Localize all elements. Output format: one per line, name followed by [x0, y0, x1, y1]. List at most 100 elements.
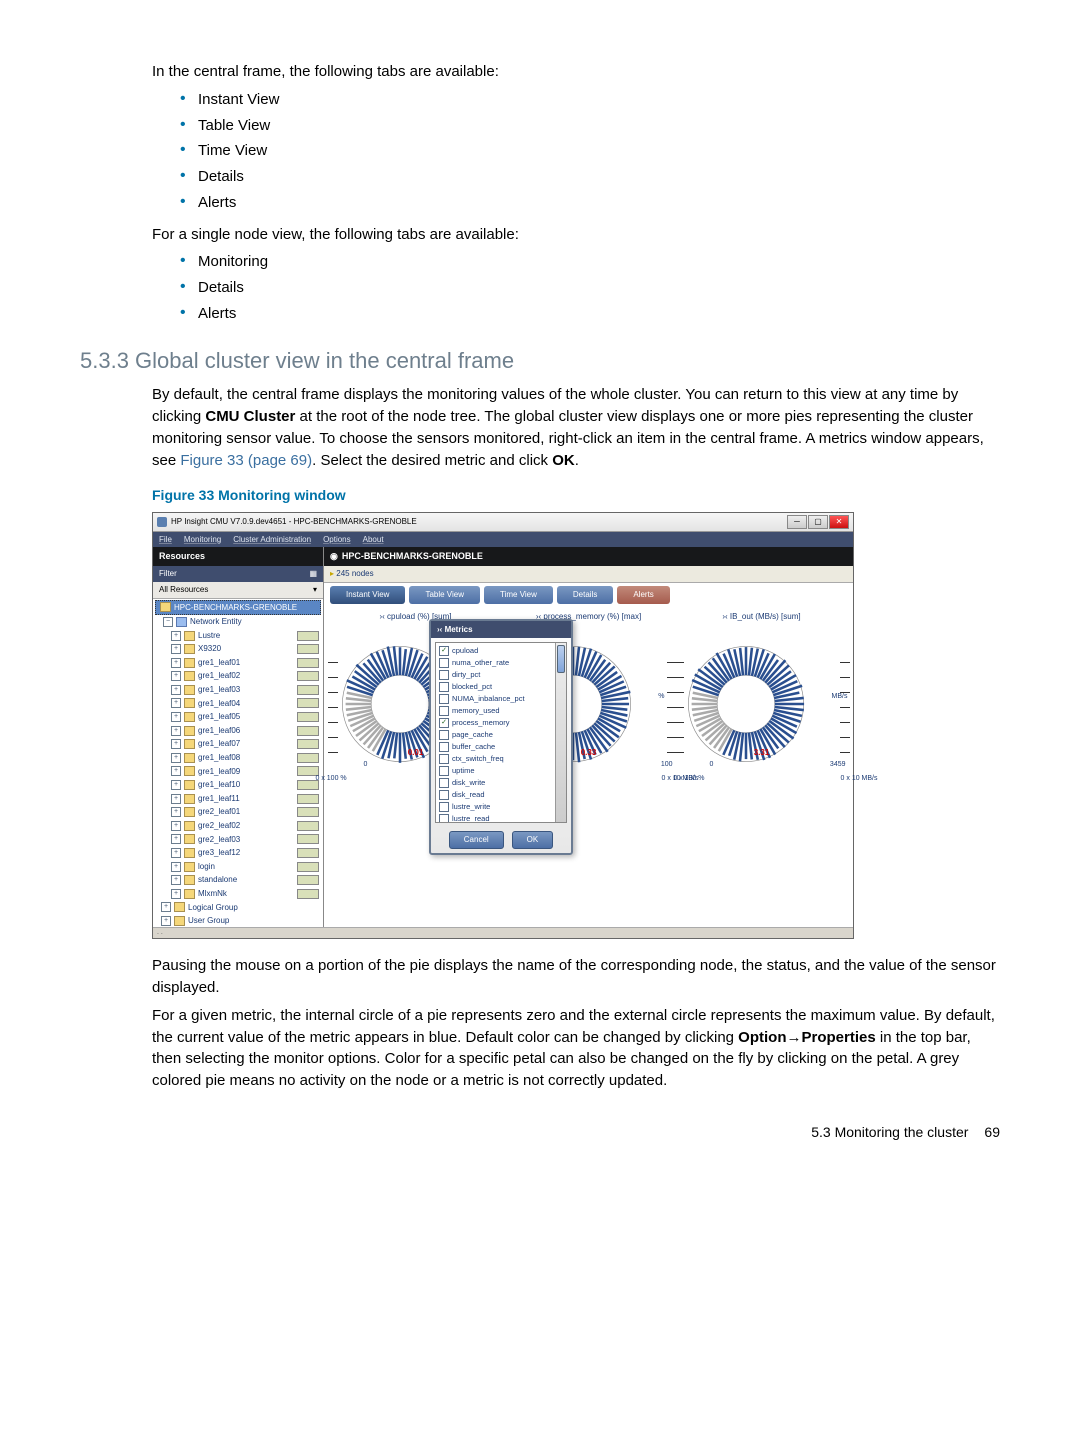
tree-item[interactable]: +login: [155, 860, 321, 874]
tree-item[interactable]: +User Group: [155, 914, 321, 927]
tree-item[interactable]: +gre1_leaf08: [155, 751, 321, 765]
figure-33-link[interactable]: Figure 33 (page 69): [180, 452, 312, 469]
metric-row[interactable]: NUMA_inbalance_pct: [438, 693, 564, 705]
expand-icon[interactable]: +: [161, 916, 171, 926]
tree-item[interactable]: +gre3_leaf12: [155, 846, 321, 860]
expand-icon[interactable]: +: [171, 821, 181, 831]
tree-item[interactable]: +gre1_leaf11: [155, 792, 321, 806]
scrollbar-thumb[interactable]: [557, 645, 565, 673]
expand-icon[interactable]: +: [171, 848, 181, 858]
collapse-icon[interactable]: −: [163, 617, 173, 627]
minimize-button[interactable]: ─: [787, 515, 807, 529]
menu-item[interactable]: Cluster Administration: [233, 534, 311, 546]
cancel-button[interactable]: Cancel: [449, 831, 504, 849]
filter-expand-icon[interactable]: ▦: [309, 568, 317, 580]
expand-icon[interactable]: +: [171, 889, 181, 899]
tree-item[interactable]: +X9320: [155, 642, 321, 656]
metric-row[interactable]: memory_used: [438, 705, 564, 717]
checkbox[interactable]: [439, 790, 449, 800]
expand-icon[interactable]: +: [171, 807, 181, 817]
expand-icon[interactable]: +: [171, 658, 181, 668]
expand-icon[interactable]: +: [161, 902, 171, 912]
metric-row[interactable]: ✓cpuload: [438, 645, 564, 657]
checkbox[interactable]: [439, 658, 449, 668]
expand-icon[interactable]: +: [171, 712, 181, 722]
expand-icon[interactable]: +: [171, 685, 181, 695]
checkbox[interactable]: [439, 766, 449, 776]
expand-icon[interactable]: +: [171, 753, 181, 763]
chevron-down-icon[interactable]: ▾: [313, 584, 317, 596]
metric-row[interactable]: disk_read: [438, 789, 564, 801]
expand-icon[interactable]: +: [171, 698, 181, 708]
metric-row[interactable]: ctx_switch_freq: [438, 753, 564, 765]
tree-item[interactable]: +gre1_leaf03: [155, 683, 321, 697]
metric-row[interactable]: blocked_pct: [438, 681, 564, 693]
checkbox[interactable]: [439, 670, 449, 680]
metric-row[interactable]: disk_write: [438, 777, 564, 789]
metrics-list[interactable]: ✓cpuloadnuma_other_ratedirty_pctblocked_…: [435, 642, 567, 823]
checkbox[interactable]: [439, 778, 449, 788]
filter-row[interactable]: Filter ▦: [153, 566, 323, 582]
tree-item[interactable]: +Lustre: [155, 629, 321, 643]
metric-row[interactable]: buffer_cache: [438, 741, 564, 753]
tree-root-node[interactable]: HPC-BENCHMARKS-GRENOBLE: [155, 600, 321, 616]
checkbox[interactable]: ✓: [439, 646, 449, 656]
expand-icon[interactable]: +: [171, 739, 181, 749]
expand-icon[interactable]: +: [171, 794, 181, 804]
tree-item[interactable]: +gre2_leaf03: [155, 833, 321, 847]
metric-row[interactable]: numa_other_rate: [438, 657, 564, 669]
ok-button[interactable]: OK: [512, 831, 554, 849]
checkbox[interactable]: [439, 682, 449, 692]
tab-time-view[interactable]: Time View: [484, 586, 553, 604]
expand-icon[interactable]: +: [171, 780, 181, 790]
metric-row[interactable]: page_cache: [438, 729, 564, 741]
tree-item[interactable]: +gre1_leaf01: [155, 656, 321, 670]
tab-instant-view[interactable]: Instant View: [330, 586, 405, 604]
menu-item[interactable]: Options: [323, 534, 351, 546]
menu-item[interactable]: File: [159, 534, 172, 546]
tree-item[interactable]: +Logical Group: [155, 901, 321, 915]
checkbox[interactable]: [439, 706, 449, 716]
checkbox[interactable]: [439, 730, 449, 740]
tree-network-entity[interactable]: − Network Entity: [155, 615, 321, 629]
expand-icon[interactable]: +: [171, 875, 181, 885]
metric-row[interactable]: lustre_read: [438, 813, 564, 823]
metric-row[interactable]: lustre_write: [438, 801, 564, 813]
tree-item[interactable]: +gre1_leaf07: [155, 737, 321, 751]
menu-item[interactable]: Monitoring: [184, 534, 221, 546]
all-resources-row[interactable]: All Resources ▾: [153, 582, 323, 599]
refresh-icon[interactable]: ◉: [330, 550, 338, 563]
expand-icon[interactable]: +: [171, 671, 181, 681]
tree-item[interactable]: +MlxmNk: [155, 887, 321, 901]
checkbox[interactable]: [439, 802, 449, 812]
tree-item[interactable]: +gre2_leaf01: [155, 805, 321, 819]
expand-icon[interactable]: +: [171, 834, 181, 844]
tree-item[interactable]: +gre1_leaf05: [155, 710, 321, 724]
tree-item[interactable]: +gre1_leaf02: [155, 669, 321, 683]
metric-row[interactable]: ✓process_memory: [438, 717, 564, 729]
checkbox[interactable]: [439, 754, 449, 764]
checkbox[interactable]: [439, 742, 449, 752]
tree-item[interactable]: +gre2_leaf02: [155, 819, 321, 833]
tree-item[interactable]: +gre1_leaf10: [155, 778, 321, 792]
metric-row[interactable]: dirty_pct: [438, 669, 564, 681]
expand-icon[interactable]: +: [171, 862, 181, 872]
tree-item[interactable]: +gre1_leaf06: [155, 724, 321, 738]
tree-item[interactable]: +gre1_leaf04: [155, 697, 321, 711]
expand-icon[interactable]: +: [171, 644, 181, 654]
checkbox[interactable]: ✓: [439, 718, 449, 728]
chart-ib-out[interactable]: ›‹ IB_out (MB/s) [sum]0 x 10 MB/s0 x 10 …: [678, 611, 845, 924]
tab-alerts[interactable]: Alerts: [617, 586, 669, 604]
close-button[interactable]: ✕: [829, 515, 849, 529]
checkbox[interactable]: [439, 814, 449, 823]
scrollbar[interactable]: [555, 643, 566, 822]
metric-row[interactable]: uptime: [438, 765, 564, 777]
checkbox[interactable]: [439, 694, 449, 704]
expand-icon[interactable]: +: [171, 631, 181, 641]
tab-details[interactable]: Details: [557, 586, 613, 604]
maximize-button[interactable]: ▢: [808, 515, 828, 529]
expand-icon[interactable]: +: [171, 766, 181, 776]
expand-icon[interactable]: +: [171, 726, 181, 736]
tab-table-view[interactable]: Table View: [409, 586, 480, 604]
menu-item[interactable]: About: [363, 534, 384, 546]
